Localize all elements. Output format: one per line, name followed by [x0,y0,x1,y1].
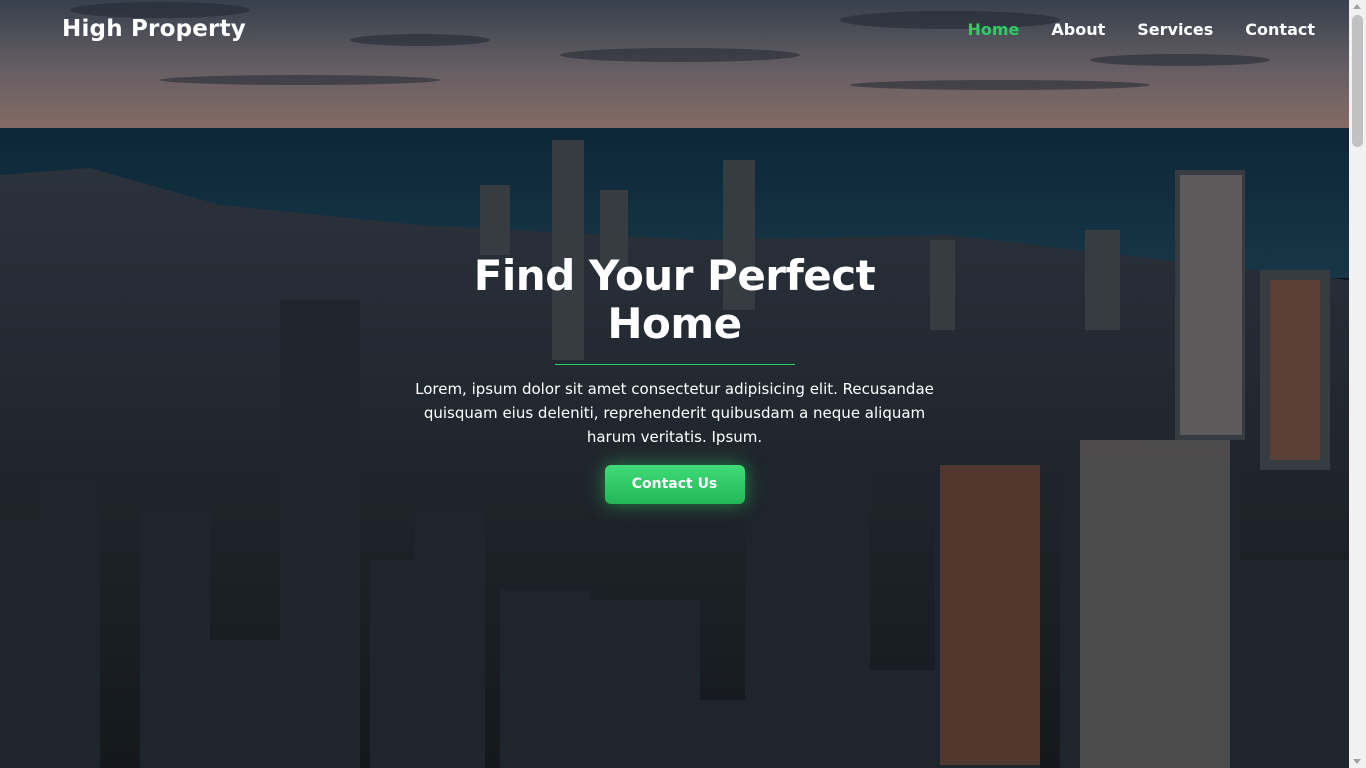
title-divider [554,364,795,365]
nav-services[interactable]: Services [1137,20,1213,39]
brand-logo[interactable]: High Property [62,16,246,42]
nav-about[interactable]: About [1051,20,1105,39]
hero-title: Find Your Perfect Home [473,251,876,348]
main-nav: Home About Services Contact [967,20,1315,39]
nav-contact[interactable]: Contact [1245,20,1315,39]
nav-home[interactable]: Home [967,20,1019,39]
page-scrollbar[interactable] [1349,0,1366,768]
scroll-down-icon[interactable] [1353,759,1361,764]
scroll-thumb[interactable] [1352,15,1363,147]
hero-content: Find Your Perfect Home Lorem, ipsum dolo… [0,252,1349,504]
contact-us-button[interactable]: Contact Us [604,465,745,504]
scroll-up-icon[interactable] [1353,4,1361,9]
hero-description: Lorem, ipsum dolor sit amet consectetur … [415,380,934,446]
